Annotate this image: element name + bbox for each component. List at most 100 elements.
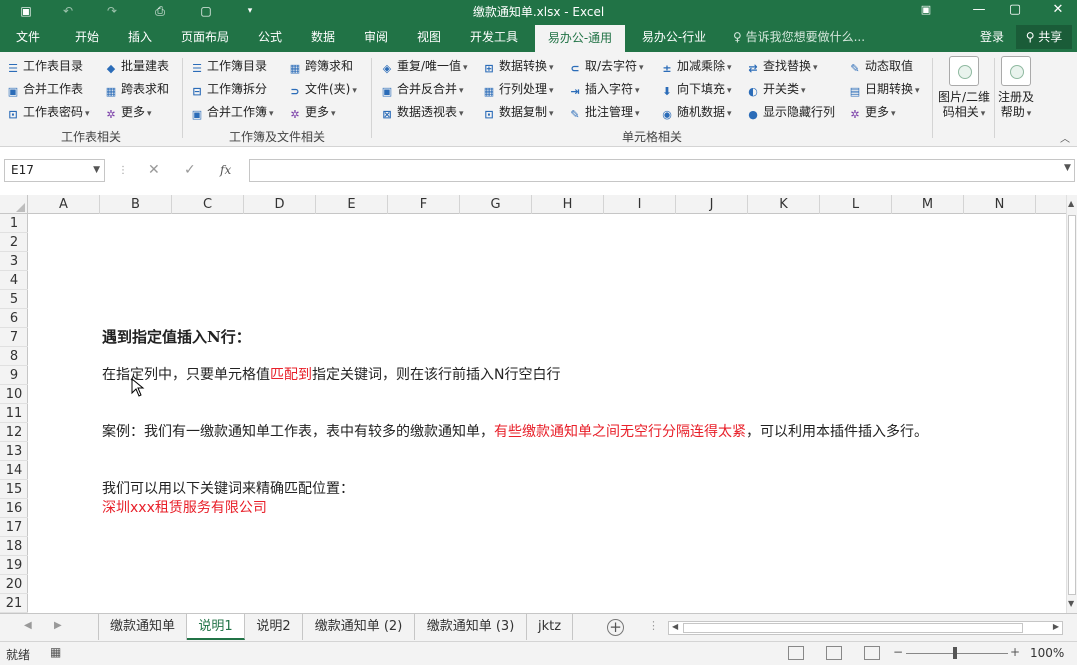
column-header-f[interactable]: F [388,195,460,214]
next-sheet-icon[interactable]: ▶ [54,620,62,631]
column-header-k[interactable]: K [748,195,820,214]
horizontal-scrollbar[interactable]: ◀ ▶ [668,621,1063,635]
tab-review[interactable]: 审阅 [352,22,400,52]
share-button[interactable]: ⚲ 共享 [1016,25,1072,49]
page-break-view-icon[interactable] [864,646,880,660]
column-header-i[interactable]: I [604,195,676,214]
sheet-tab-jktz[interactable]: jktz [527,614,573,640]
merge-unmerge-button[interactable]: ▣ 合并反合并 ▾ [380,79,464,99]
show-hidden-rows-button[interactable]: ● 显示隐藏行列 [746,102,835,122]
row-col-button[interactable]: ▦ 行列处理 ▾ [482,79,554,99]
undo-icon[interactable]: ↶ [58,2,78,20]
row-header-1[interactable]: 1 [0,214,28,233]
tab-page-layout[interactable]: 页面布局 [172,22,238,52]
save-icon[interactable]: ▣ [16,2,36,20]
vertical-scrollbar[interactable]: ▲ ▼ [1066,195,1077,613]
pivot-table-button[interactable]: ⊠ 数据透视表 ▾ [380,102,463,122]
customize-qat-icon[interactable]: ▾ [240,2,260,20]
tell-me-search[interactable]: ♀ 告诉我您想要做什么... [733,22,865,52]
column-header-l[interactable]: L [820,195,892,214]
row-header-8[interactable]: 8 [0,347,28,366]
fill-down-button[interactable]: ⬇ 向下填充 ▾ [660,79,731,99]
row-header-18[interactable]: 18 [0,537,28,556]
tab-home[interactable]: 开始 [62,22,112,52]
scroll-down-icon[interactable]: ▼ [1068,599,1074,608]
row-header-20[interactable]: 20 [0,575,28,594]
column-header-b[interactable]: B [100,195,172,214]
more-button-3[interactable]: ✲ 更多 ▾ [848,102,895,122]
column-header-j[interactable]: J [676,195,748,214]
zoom-in-icon[interactable]: + [1010,645,1020,659]
zoom-slider-thumb[interactable] [953,647,957,659]
collapse-ribbon-icon[interactable]: ︿ [1060,130,1070,145]
row-header-6[interactable]: 6 [0,309,28,328]
row-header-9[interactable]: 9 [0,366,28,385]
row-header-17[interactable]: 17 [0,518,28,537]
merge-sheet-button[interactable]: ▣ 合并工作表 [6,79,83,99]
sheet-tab-readme2[interactable]: 说明2 [245,614,303,640]
row-header-2[interactable]: 2 [0,233,28,252]
merge-workbook-button[interactable]: ▣ 合并工作簿 ▾ [190,102,274,122]
new-file-icon[interactable]: ▢ [196,2,216,20]
sheet-list-button[interactable]: ☰ 工作表目录 [6,56,83,76]
chevron-down-icon[interactable]: ▼ [93,160,100,181]
add-sheet-icon[interactable]: + [607,619,624,636]
vertical-scroll-thumb[interactable] [1068,215,1076,595]
page-layout-view-icon[interactable] [826,646,842,660]
ribbon-display-icon[interactable]: ▣ [909,0,943,22]
column-header-h[interactable]: H [532,195,604,214]
sheet-tab-readme1[interactable]: 说明1 [187,614,245,640]
redo-icon[interactable]: ↷ [102,2,122,20]
sheet-tab-notice-2[interactable]: 缴款通知单 (2) [303,614,415,640]
tab-developer[interactable]: 开发工具 [460,22,528,52]
tab-yibangong-general[interactable]: 易办公-通用 [535,25,625,52]
row-header-5[interactable]: 5 [0,290,28,309]
horizontal-scroll-thumb[interactable] [683,623,1023,633]
column-header-d[interactable]: D [244,195,316,214]
macro-record-icon[interactable]: ▦ [50,645,61,659]
login-link[interactable]: 登录 [980,22,1004,52]
row-header-10[interactable]: 10 [0,385,28,404]
row-header-4[interactable]: 4 [0,271,28,290]
close-icon[interactable]: ✕ [1041,0,1075,22]
minimize-icon[interactable]: — [962,0,996,22]
workbook-split-button[interactable]: ⊟ 工作簿拆分 [190,79,267,99]
select-all-corner[interactable] [0,195,28,214]
scroll-up-icon[interactable]: ▲ [1068,199,1074,208]
workbook-cross-sum-button[interactable]: ▦ 跨簿求和 [288,56,353,76]
row-header-12[interactable]: 12 [0,423,28,442]
zoom-slider[interactable] [906,653,1008,654]
tab-view[interactable]: 视图 [404,22,454,52]
row-header-14[interactable]: 14 [0,461,28,480]
row-header-7[interactable]: 7 [0,328,28,347]
scroll-left-icon[interactable]: ◀ [672,622,678,631]
find-replace-button[interactable]: ⇄ 查找替换 ▾ [746,56,817,76]
sheet-tab-notice-3[interactable]: 缴款通知单 (3) [415,614,527,640]
row-header-15[interactable]: 15 [0,480,28,499]
workbook-list-button[interactable]: ☰ 工作簿目录 [190,56,267,76]
zoom-out-icon[interactable]: − [893,645,903,659]
expand-formula-icon[interactable]: ▼ [1064,163,1071,173]
sheet-tab-notice[interactable]: 缴款通知单 [99,614,187,640]
batch-create-button[interactable]: ◆ 批量建表 [104,56,169,76]
column-header-c[interactable]: C [172,195,244,214]
random-data-button[interactable]: ◉ 随机数据 ▾ [660,102,731,122]
file-folder-button[interactable]: ⊃ 文件(夹) ▾ [288,79,357,99]
row-header-16[interactable]: 16 [0,499,28,518]
dynamic-value-button[interactable]: ✎ 动态取值 [848,56,913,76]
insert-function-icon[interactable]: fx [220,159,231,182]
row-header-11[interactable]: 11 [0,404,28,423]
row-header-3[interactable]: 3 [0,252,28,271]
tab-formulas[interactable]: 公式 [246,22,294,52]
row-header-13[interactable]: 13 [0,442,28,461]
column-header-g[interactable]: G [460,195,532,214]
name-box[interactable]: E17 ▼ [4,159,105,182]
date-convert-button[interactable]: ▤ 日期转换 ▾ [848,79,920,99]
register-help-button[interactable]: 注册及 帮助 ▾ [996,56,1036,122]
cross-sum-button[interactable]: ▦ 跨表求和 [104,79,169,99]
more-button-1[interactable]: ✲ 更多 ▾ [104,102,151,122]
zoom-level[interactable]: 100% [1030,646,1064,660]
scroll-right-icon[interactable]: ▶ [1053,622,1059,631]
worksheet-grid[interactable]: 遇到指定值插入N行： 在指定列中，只要单元格值匹配到指定关键词，则在该行前插入N… [28,214,1066,613]
duplicate-unique-button[interactable]: ◈ 重复/唯一值 ▾ [380,56,468,76]
